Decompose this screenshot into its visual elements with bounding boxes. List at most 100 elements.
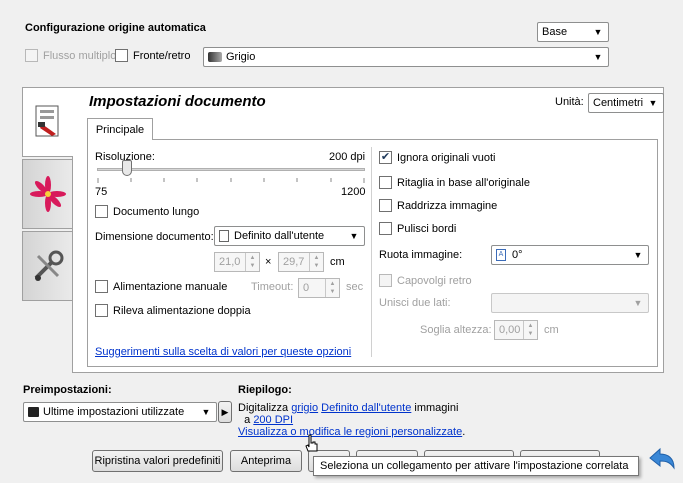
threshold-unit: cm — [544, 324, 559, 336]
summary-dpi-link[interactable]: 200 DPI — [253, 414, 293, 426]
spinner-arrows-icon[interactable]: ▲ ▼ — [523, 321, 537, 339]
column-divider — [371, 147, 372, 357]
play-arrow-icon: ▶ — [221, 406, 229, 417]
reset-label: Ripristina valori predefiniti — [94, 455, 221, 467]
spinner-arrows-icon[interactable]: ▲ ▼ — [325, 279, 339, 297]
duplex-label: Fronte/retro — [133, 49, 191, 62]
slider-max: 1200 — [341, 186, 366, 198]
height-value: 29,7 — [283, 256, 305, 268]
checkbox-box — [379, 176, 392, 189]
slider-ticks — [97, 178, 365, 183]
doc-size-dropdown[interactable]: Definito dall'utente ▼ — [214, 226, 365, 246]
units-dropdown[interactable]: Centimetri ▼ — [588, 93, 664, 113]
rotate-dropdown[interactable]: A 0° ▼ — [491, 245, 649, 265]
doc-size-value: Definito dall'utente — [234, 230, 325, 242]
checkbox-box — [115, 49, 128, 62]
document-icon — [219, 230, 229, 242]
back-arrow-icon[interactable] — [648, 446, 676, 472]
tab-advanced-settings[interactable] — [22, 231, 73, 301]
checkbox-box — [379, 199, 392, 212]
tab-image-settings[interactable] — [22, 159, 73, 229]
size-unit: cm — [330, 256, 345, 268]
summary-text: Digitalizza grigio Definito dall'utente … — [238, 402, 465, 438]
width-value: 21,0 — [219, 256, 241, 268]
threshold-label: Soglia altezza: — [420, 324, 492, 336]
manual-feed-label: Alimentazione manuale — [113, 280, 228, 293]
duplex-checkbox[interactable]: Fronte/retro — [115, 49, 190, 62]
ignore-blank-label: Ignora originali vuoti — [397, 151, 496, 164]
mode-dropdown[interactable]: Base ▼ — [537, 22, 609, 42]
flower-icon — [29, 176, 66, 212]
summary-a: a — [244, 414, 251, 426]
color-mode-dropdown[interactable]: Grigio ▼ — [203, 47, 609, 67]
chevron-down-icon: ▼ — [633, 298, 643, 308]
long-document-checkbox[interactable]: Documento lungo — [95, 205, 199, 218]
timeout-unit: sec — [346, 281, 364, 293]
timeout-label: Timeout: — [251, 281, 294, 293]
summary-color-link[interactable]: grigio — [291, 402, 318, 414]
reset-defaults-button[interactable]: Ripristina valori predefiniti — [92, 450, 223, 472]
resolution-slider-thumb[interactable] — [121, 160, 132, 176]
manual-feed-checkbox[interactable]: Alimentazione manuale — [95, 280, 227, 293]
presets-value: Ultime impostazioni utilizzate — [43, 406, 185, 418]
spinner-arrows-icon[interactable]: ▲ ▼ — [245, 253, 259, 271]
rotate-value: 0° — [512, 249, 523, 261]
multi-feed-label: Flusso multiplo — [43, 49, 117, 62]
checkbox-box — [95, 280, 108, 293]
chevron-down-icon: ▼ — [349, 231, 359, 241]
ignore-blank-checkbox[interactable]: ✔ Ignora originali vuoti — [379, 151, 495, 164]
checkbox-box — [379, 274, 392, 287]
long-document-label: Documento lungo — [113, 205, 200, 218]
preview-label: Anteprima — [240, 455, 292, 467]
presets-dropdown[interactable]: Ultime impostazioni utilizzate ▼ — [23, 402, 217, 422]
rotate-label: Ruota immagine: — [379, 249, 463, 261]
crop-checkbox[interactable]: Ritaglia in base all'originale — [379, 176, 530, 189]
summary-suffix: immagini — [414, 402, 459, 414]
threshold-input[interactable]: 0,00 ▲ ▼ — [494, 320, 538, 340]
checkbox-box — [25, 49, 38, 62]
summary-end: . — [462, 426, 466, 438]
chevron-down-icon: ▼ — [593, 52, 603, 62]
summary-prefix: Digitalizza — [238, 402, 289, 414]
preview-button[interactable]: Anteprima — [230, 450, 302, 472]
document-settings-icon — [35, 105, 59, 137]
presets-label: Preimpostazioni: — [23, 384, 112, 396]
summary-regions-link[interactable]: Visualizza o modifica le regioni persona… — [238, 426, 462, 438]
timeout-value: 0 — [303, 282, 310, 294]
hint-link[interactable]: Suggerimenti sulla scelta di valori per … — [95, 346, 351, 358]
tooltip-text: Seleziona un collegamento per attivare l… — [320, 460, 629, 472]
checkbox-box: ✔ — [379, 151, 392, 164]
clean-edges-checkbox[interactable]: Pulisci bordi — [379, 222, 456, 235]
units-value: Centimetri — [593, 97, 644, 109]
resolution-slider-track[interactable] — [97, 168, 365, 171]
presets-menu-button[interactable]: ▶ — [218, 401, 232, 423]
rotate-page-icon: A — [496, 249, 506, 261]
tab-document-settings[interactable] — [22, 87, 73, 157]
mode-value: Base — [542, 26, 568, 38]
summary-size-link[interactable]: Definito dall'utente — [321, 402, 411, 414]
height-input[interactable]: 29,7 ▲ ▼ — [278, 252, 324, 272]
flip-back-label: Capovolgi retro — [397, 274, 472, 287]
tab-label: Principale — [95, 123, 145, 136]
crop-label: Ritaglia in base all'originale — [397, 176, 530, 189]
panel-title: Impostazioni documento — [89, 93, 266, 110]
tools-icon — [34, 250, 63, 281]
hand-cursor-icon — [305, 434, 318, 452]
tab-principale[interactable]: Principale — [87, 118, 153, 140]
double-feed-label: Rileva alimentazione doppia — [113, 304, 251, 317]
resolution-value: 200 dpi — [329, 151, 366, 163]
threshold-value: 0,00 — [499, 324, 521, 336]
spinner-arrows-icon[interactable]: ▲ ▼ — [309, 253, 323, 271]
checkbox-box — [95, 205, 108, 218]
straighten-checkbox[interactable]: Raddrizza immagine — [379, 199, 497, 212]
merge-dropdown[interactable]: ▼ — [491, 293, 649, 313]
multi-feed-checkbox[interactable]: Flusso multiplo — [25, 49, 116, 62]
double-feed-checkbox[interactable]: Rileva alimentazione doppia — [95, 304, 251, 317]
width-input[interactable]: 21,0 ▲ ▼ — [214, 252, 260, 272]
times-sign: × — [265, 256, 272, 268]
doc-size-label: Dimensione documento: — [95, 231, 214, 243]
checkbox-box — [95, 304, 108, 317]
timeout-input[interactable]: 0 ▲ ▼ — [298, 278, 340, 298]
flip-back-checkbox[interactable]: Capovolgi retro — [379, 274, 472, 287]
color-mode-value: Grigio — [226, 51, 256, 63]
